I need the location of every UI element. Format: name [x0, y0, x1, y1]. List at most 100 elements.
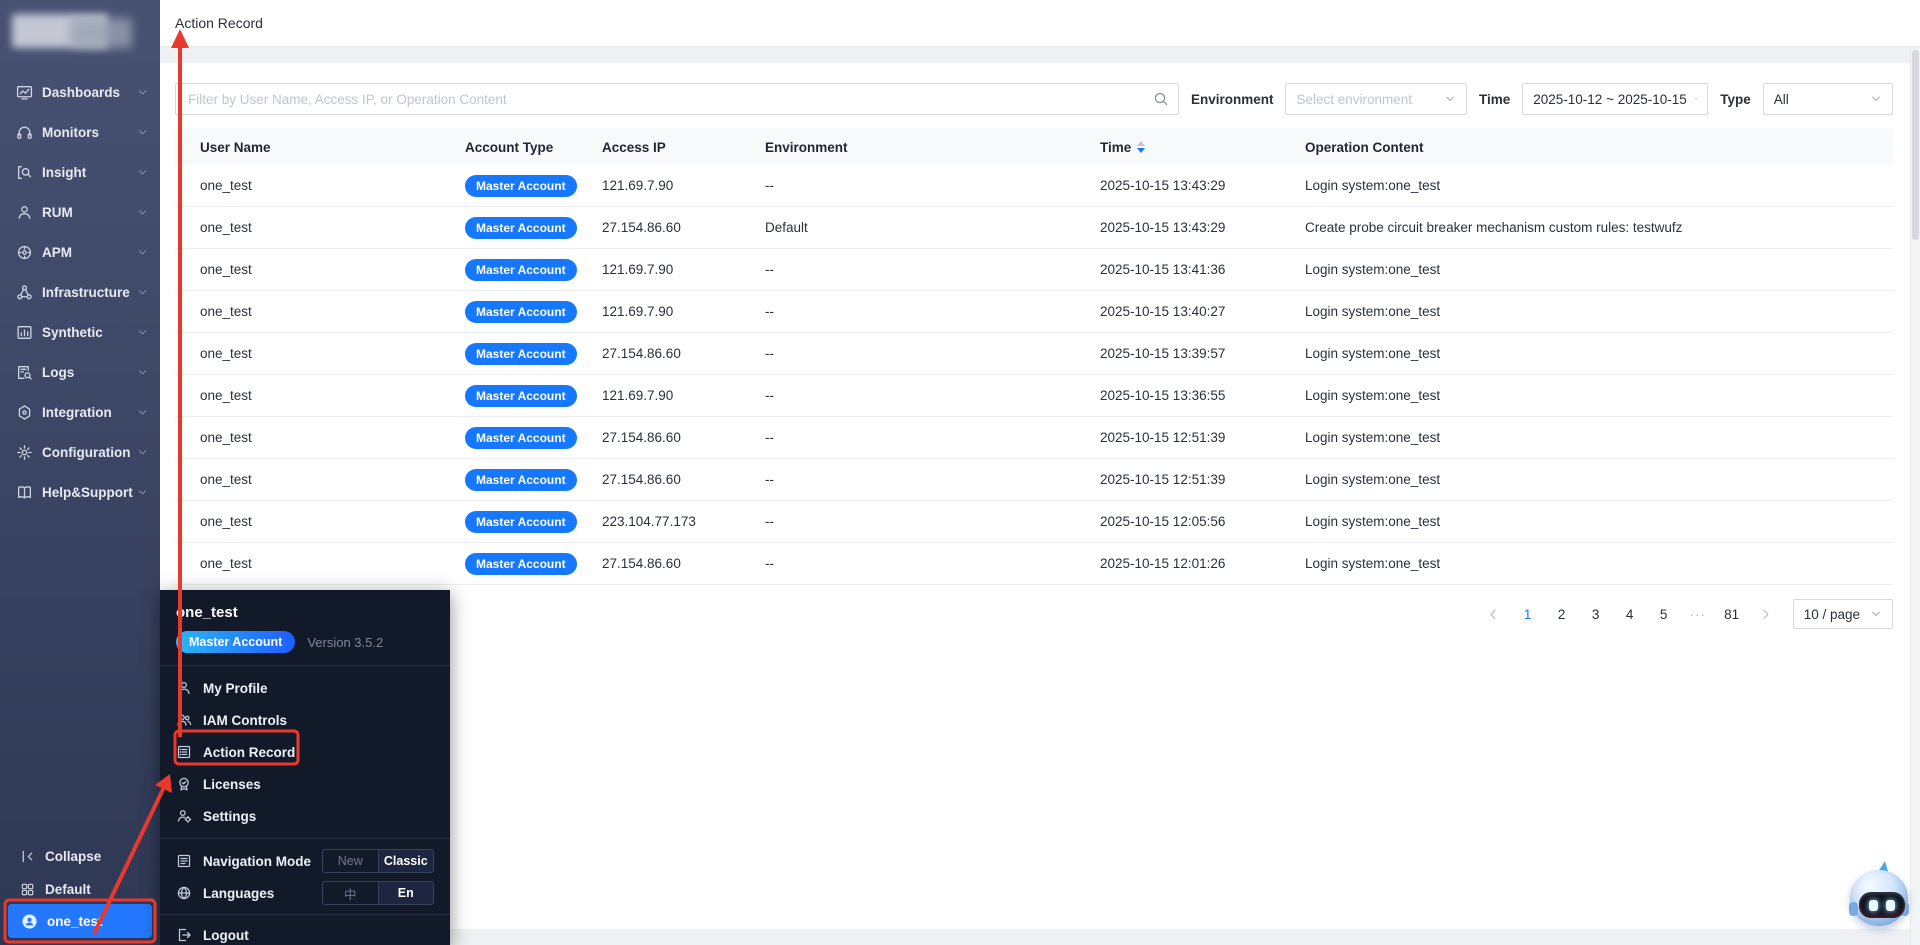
cell-access-ip: 121.69.7.90 [602, 178, 674, 193]
languages-toggle[interactable]: 中 En [322, 881, 434, 905]
sidebar-item-configuration[interactable]: Configuration [0, 432, 160, 472]
collapse-button[interactable]: Collapse [0, 843, 160, 869]
environment-select[interactable]: Select environment [1285, 83, 1467, 115]
table-row[interactable]: one_test Master Account 27.154.86.60 -- … [175, 543, 1893, 585]
languages-option-0[interactable]: 中 [323, 882, 378, 904]
sidebar-item-infrastructure[interactable]: Infrastructure [0, 272, 160, 312]
chevron-left-icon [1487, 608, 1500, 621]
search-icon[interactable] [1153, 91, 1169, 107]
cell-user-name: one_test [200, 388, 252, 403]
logout-item[interactable]: Logout [176, 919, 434, 945]
scrollbar-thumb[interactable] [1912, 50, 1919, 240]
cell-operation-content: Login system:one_test [1305, 430, 1441, 445]
navigation-mode-option-0[interactable]: New [323, 850, 378, 872]
table-row[interactable]: one_test Master Account 121.69.7.90 -- 2… [175, 291, 1893, 333]
integration-icon [16, 404, 33, 421]
pagination-page-81[interactable]: 81 [1719, 601, 1745, 627]
pagination-page-4[interactable]: 4 [1617, 601, 1643, 627]
time-range-picker[interactable]: 2025-10-12 ~ 2025-10-15 [1522, 83, 1709, 115]
pagination-next-button[interactable] [1753, 601, 1779, 627]
pagination-page-1[interactable]: 1 [1515, 601, 1541, 627]
table-row[interactable]: one_test Master Account 27.154.86.60 -- … [175, 333, 1893, 375]
languages-option-1[interactable]: En [377, 882, 433, 904]
search-input[interactable] [175, 83, 1179, 115]
user-menu-item-action-record[interactable]: Action Record [176, 736, 434, 768]
workspace-label: Default [45, 881, 91, 897]
sidebar-item-insight[interactable]: Insight [0, 152, 160, 192]
sidebar-item-monitors[interactable]: Monitors [0, 112, 160, 152]
cell-time: 2025-10-15 13:39:57 [1100, 346, 1226, 361]
chevron-down-icon [1870, 608, 1882, 620]
account-type-badge: Master Account [465, 510, 577, 533]
sidebar-item-dashboards[interactable]: Dashboards [0, 72, 160, 112]
collapse-label: Collapse [45, 848, 102, 864]
account-type-badge: Master Account [465, 174, 577, 197]
navigation-mode-toggle[interactable]: New Classic [322, 849, 435, 873]
divider [160, 914, 450, 915]
sidebar-nav: Dashboards Monitors Insight RUM APM Infrastru… [0, 72, 160, 512]
assistant-robot-button[interactable] [1848, 860, 1912, 930]
table-row[interactable]: one_test Master Account 27.154.86.60 Def… [175, 207, 1893, 249]
table-row[interactable]: one_test Master Account 121.69.7.90 -- 2… [175, 375, 1893, 417]
table-row[interactable]: one_test Master Account 121.69.7.90 -- 2… [175, 249, 1893, 291]
user-menu-item-licenses[interactable]: Licenses [176, 768, 434, 800]
table-row[interactable]: one_test Master Account 223.104.77.173 -… [175, 501, 1893, 543]
account-type-badge: Master Account [465, 216, 577, 239]
sidebar-item-synthetic[interactable]: Synthetic [0, 312, 160, 352]
cell-user-name: one_test [200, 178, 252, 193]
navigation-mode-option-1[interactable]: Classic [377, 850, 434, 872]
user-menu-item-settings[interactable]: Settings [176, 800, 434, 832]
type-label: Type [1720, 91, 1751, 107]
column-header-operation-content: Operation Content [1305, 139, 1424, 155]
cell-user-name: one_test [200, 430, 252, 445]
pagination-page-3[interactable]: 3 [1583, 601, 1609, 627]
user-menu-items: My Profile IAM Controls Action Record Licen… [176, 672, 434, 832]
account-type-badge: Master Account [465, 258, 577, 281]
cell-time: 2025-10-15 13:40:27 [1100, 304, 1226, 319]
table-row[interactable]: one_test Master Account 121.69.7.90 -- 2… [175, 165, 1893, 207]
table-row[interactable]: one_test Master Account 27.154.86.60 -- … [175, 459, 1893, 501]
cell-environment: -- [765, 430, 774, 445]
user-menu-popup: one_test Master Account Version 3.5.2 My… [160, 590, 450, 945]
page-size-select[interactable]: 10 / page [1792, 599, 1893, 629]
cell-account-type: Master Account [465, 426, 602, 449]
pagination-prev-button[interactable] [1481, 601, 1507, 627]
sidebar-item-logs[interactable]: Logs [0, 352, 160, 392]
infrastructure-icon [16, 284, 33, 301]
cell-user-name: one_test [200, 472, 252, 487]
sidebar-item-apm[interactable]: APM [0, 232, 160, 272]
settings-user-icon [176, 808, 192, 824]
app-root: Dashboards Monitors Insight RUM APM Infrastru… [0, 0, 1920, 945]
cell-access-ip: 121.69.7.90 [602, 304, 674, 319]
table-row[interactable]: one_test Master Account 27.154.86.60 -- … [175, 417, 1893, 459]
workspace-selector[interactable]: Default [0, 876, 160, 902]
sort-control[interactable] [1137, 141, 1146, 153]
languages-label: Languages [203, 885, 275, 901]
current-user-button[interactable]: one_test [8, 904, 152, 938]
cell-time: 2025-10-15 13:43:29 [1100, 178, 1226, 193]
page-header: Action Record [160, 0, 1920, 47]
brand-logo [12, 12, 148, 54]
vertical-scrollbar[interactable] [1910, 48, 1920, 945]
account-type-badge: Master Account [465, 300, 577, 323]
user-menu-item-iam-controls[interactable]: IAM Controls [176, 704, 434, 736]
cell-environment: -- [765, 346, 774, 361]
cell-operation-content: Login system:one_test [1305, 346, 1441, 361]
cell-account-type: Master Account [465, 342, 602, 365]
cell-access-ip: 121.69.7.90 [602, 388, 674, 403]
column-header-user-name: User Name [200, 139, 271, 155]
type-value: All [1773, 91, 1789, 107]
cell-environment: -- [765, 472, 774, 487]
pagination-page-5[interactable]: 5 [1651, 601, 1677, 627]
cell-environment: -- [765, 556, 774, 571]
sidebar-item-integration[interactable]: Integration [0, 392, 160, 432]
search-box [175, 83, 1179, 115]
user-menu-item-my-profile[interactable]: My Profile [176, 672, 434, 704]
sidebar-item-rum[interactable]: RUM [0, 192, 160, 232]
type-select[interactable]: All [1762, 83, 1893, 115]
pagination-page-2[interactable]: 2 [1549, 601, 1575, 627]
account-type-badge: Master Account [465, 552, 577, 575]
cell-user-name: one_test [200, 514, 252, 529]
pagination-page-ellipsis[interactable]: ··· [1685, 601, 1711, 627]
sidebar-item-help-support[interactable]: Help&Support [0, 472, 160, 512]
